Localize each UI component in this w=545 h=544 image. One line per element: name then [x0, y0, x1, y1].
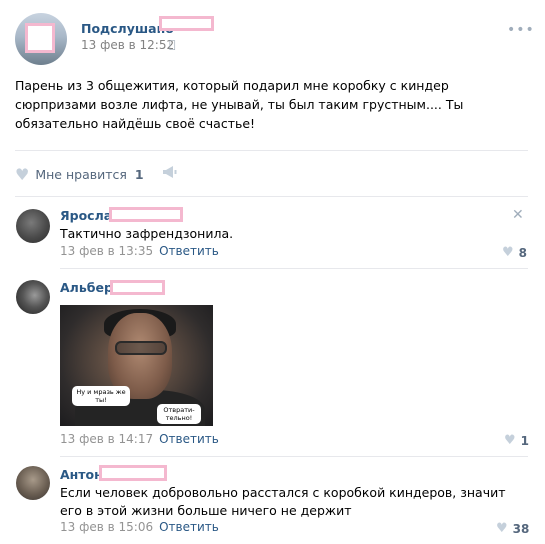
redaction-box — [110, 280, 165, 295]
reply-link[interactable]: Ответить — [159, 520, 219, 534]
heart-icon: ♥ — [504, 433, 516, 448]
like-count: 1 — [520, 433, 530, 448]
avatar[interactable] — [16, 466, 50, 500]
group-avatar[interactable] — [15, 13, 67, 65]
like-button[interactable]: Мне нравится — [35, 167, 127, 182]
comment-like[interactable]: ♥ 38 — [496, 521, 529, 536]
divider — [60, 268, 528, 269]
comment-date[interactable]: 13 фев в 13:35 — [60, 244, 153, 258]
comment-meta: 13 фев в 14:17 Ответить — [60, 432, 219, 446]
comment-like[interactable]: ♥ 8 — [502, 245, 527, 260]
post-text: Парень из 3 общежития, который подарил м… — [15, 78, 464, 131]
redaction-box — [109, 207, 183, 222]
heart-icon: ♥ — [502, 245, 514, 260]
meme-figure-glasses — [115, 341, 167, 355]
comment-date[interactable]: 13 фев в 14:17 — [60, 432, 153, 446]
redaction-box — [25, 23, 55, 53]
meme-image[interactable]: Ну и мразь же ты! Отврати-тельно! — [60, 305, 213, 426]
like-count[interactable]: 1 — [135, 167, 144, 182]
comment-meta: 13 фев в 15:06 Ответить — [60, 520, 219, 534]
divider — [15, 196, 528, 197]
divider — [60, 456, 528, 457]
speech-bubble: Отврати-тельно! — [157, 404, 201, 424]
close-icon[interactable]: ✕ — [512, 207, 524, 223]
like-count: 38 — [512, 521, 530, 536]
avatar[interactable] — [16, 209, 50, 243]
comment-text: Тактично зафрендзонила. — [60, 226, 234, 241]
like-count: 8 — [518, 245, 528, 260]
post-date[interactable]: 13 фев в 12:52 — [81, 38, 174, 52]
redaction-box — [99, 465, 167, 481]
post-actions: ♥ Мне нравится 1 — [15, 164, 178, 184]
comment-meta: 13 фев в 13:35 Ответить — [60, 244, 219, 258]
heart-icon[interactable]: ♥ — [15, 165, 29, 184]
reply-link[interactable]: Ответить — [159, 432, 219, 446]
apple-icon:  — [169, 38, 176, 51]
reply-link[interactable]: Ответить — [159, 244, 219, 258]
heart-icon: ♥ — [496, 521, 508, 536]
comment-text: Если человек добровольно расстался с кор… — [60, 485, 506, 518]
divider — [15, 150, 528, 151]
redaction-box — [159, 16, 214, 31]
comment-like[interactable]: ♥ 1 — [504, 433, 529, 448]
comment-author[interactable]: Антон — [60, 467, 103, 482]
comment-date[interactable]: 13 фев в 15:06 — [60, 520, 153, 534]
speech-bubble: Ну и мразь же ты! — [72, 386, 130, 406]
avatar[interactable] — [16, 280, 50, 314]
megaphone-icon[interactable] — [162, 165, 178, 183]
more-icon[interactable]: ••• — [507, 22, 535, 38]
